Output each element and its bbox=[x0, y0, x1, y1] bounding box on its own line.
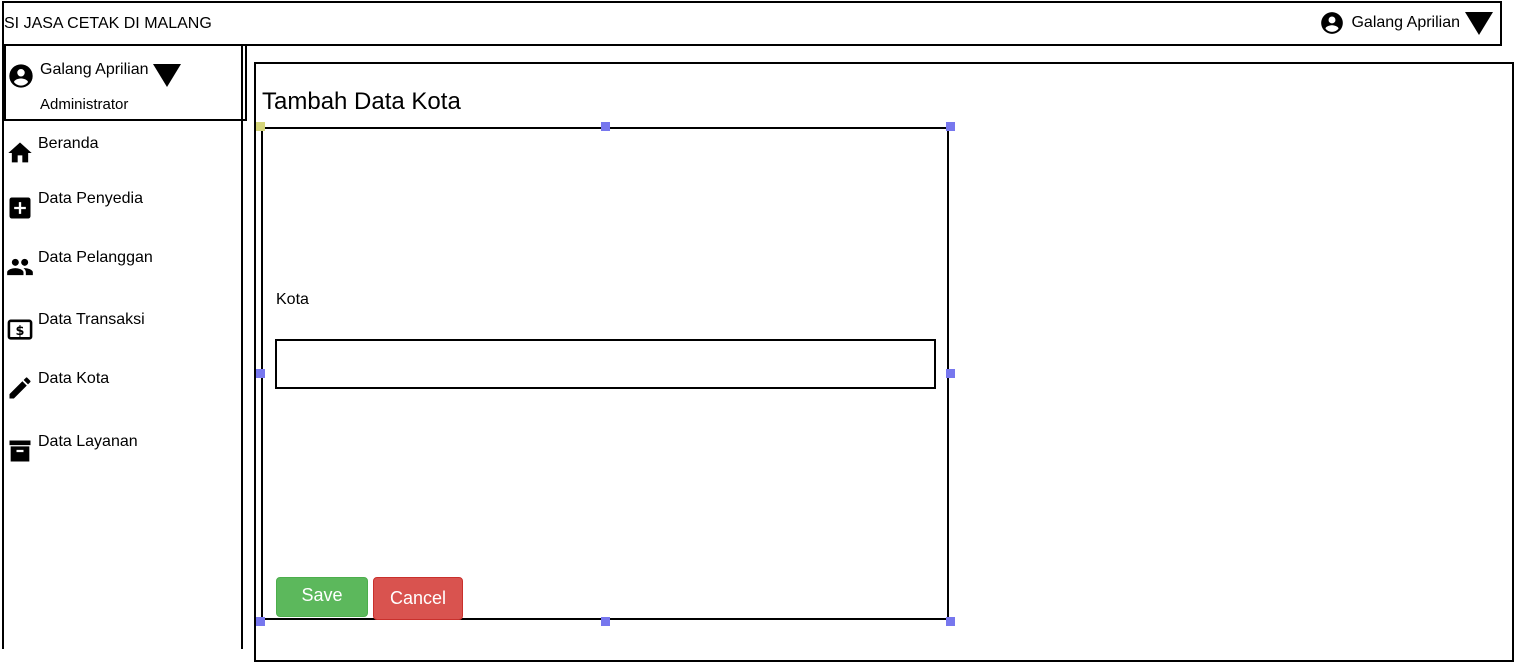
selection-handle[interactable] bbox=[946, 617, 955, 626]
selection-handle[interactable] bbox=[946, 369, 955, 378]
app-title: SI JASA CETAK DI MALANG bbox=[4, 15, 212, 32]
sidebar-item-label: Data Layanan bbox=[38, 433, 138, 450]
cancel-button[interactable]: Cancel bbox=[373, 577, 463, 620]
account-circle-icon bbox=[9, 64, 33, 88]
profile-role: Administrator bbox=[40, 96, 129, 113]
profile-name: Galang Aprilian bbox=[40, 61, 149, 78]
selection-handle[interactable] bbox=[256, 122, 265, 131]
pencil-icon bbox=[9, 377, 31, 399]
money-icon: $ bbox=[7, 319, 33, 340]
save-button[interactable]: Save bbox=[276, 577, 368, 617]
sidebar-item-label: Beranda bbox=[38, 135, 99, 152]
sidebar-item-label: Data Penyedia bbox=[38, 190, 143, 207]
archive-icon bbox=[9, 440, 31, 462]
sidebar-item-data-penyedia[interactable]: Data Penyedia bbox=[6, 190, 143, 222]
account-circle-icon bbox=[1321, 12, 1344, 34]
selection-handle[interactable] bbox=[256, 369, 265, 378]
caret-down-icon[interactable] bbox=[1464, 10, 1494, 36]
top-user-menu[interactable]: Galang Aprilian bbox=[1319, 7, 1494, 39]
sidebar-item-label: Data Kota bbox=[38, 370, 110, 387]
kota-input[interactable] bbox=[275, 339, 936, 389]
page-title: Tambah Data Kota bbox=[262, 88, 461, 115]
sidebar-item-beranda[interactable]: Beranda bbox=[6, 135, 99, 167]
sidebar-item-data-layanan[interactable]: Data Layanan bbox=[6, 433, 138, 465]
people-icon bbox=[7, 258, 33, 276]
selection-handle[interactable] bbox=[946, 122, 955, 131]
sidebar: Galang Aprilian Administrator Beranda Da… bbox=[2, 45, 247, 649]
svg-text:$: $ bbox=[16, 324, 25, 339]
selection-handle[interactable] bbox=[256, 617, 265, 626]
sidebar-item-label: Data Pelanggan bbox=[38, 249, 153, 266]
selection-handle[interactable] bbox=[601, 617, 610, 626]
kota-label: Kota bbox=[276, 291, 309, 308]
caret-down-icon[interactable] bbox=[152, 62, 182, 88]
top-bar: SI JASA CETAK DI MALANG Galang Aprilian bbox=[2, 1, 1502, 46]
sidebar-item-data-transaksi[interactable]: $ Data Transaksi bbox=[6, 311, 145, 343]
sidebar-item-data-pelanggan[interactable]: Data Pelanggan bbox=[6, 249, 153, 281]
selection-handle[interactable] bbox=[601, 122, 610, 131]
home-icon bbox=[8, 142, 32, 163]
sidebar-item-label: Data Transaksi bbox=[38, 311, 145, 328]
top-user-name: Galang Aprilian bbox=[1351, 14, 1460, 31]
add-box-icon bbox=[9, 197, 31, 219]
sidebar-profile: Galang Aprilian Administrator bbox=[4, 45, 247, 121]
sidebar-item-data-kota[interactable]: Data Kota bbox=[6, 370, 109, 402]
